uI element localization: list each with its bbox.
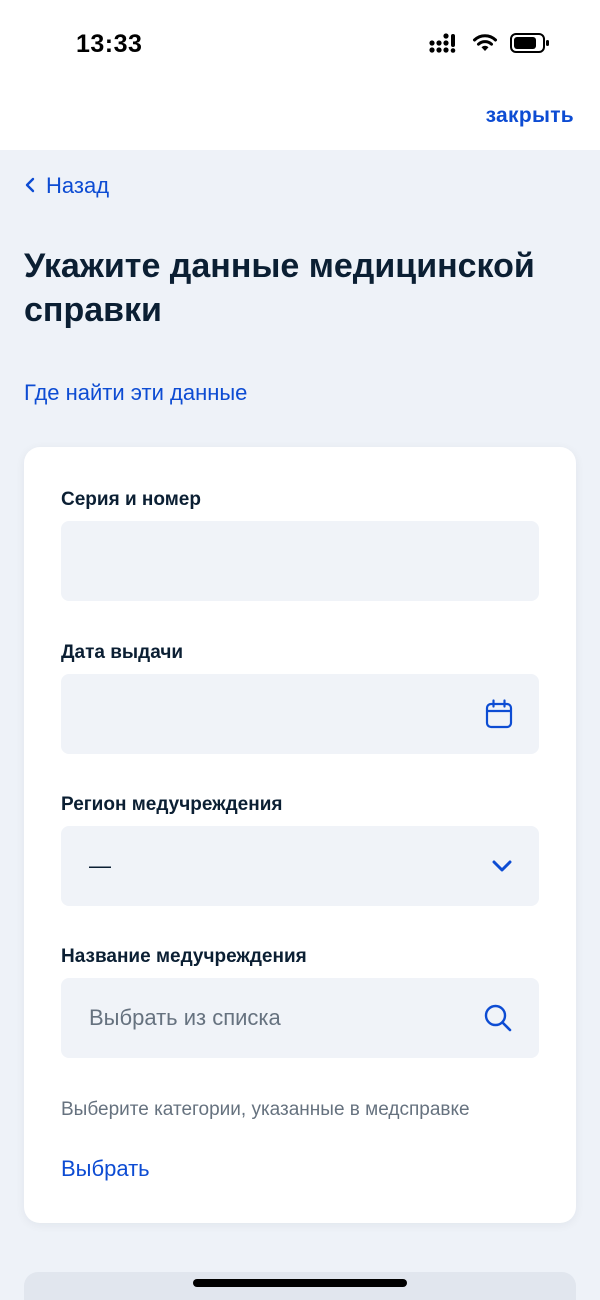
status-time: 13:33 bbox=[76, 30, 143, 58]
close-link[interactable]: закрыть bbox=[486, 104, 574, 128]
calendar-icon[interactable] bbox=[485, 699, 513, 729]
region-label: Регион медучреждения bbox=[61, 794, 283, 815]
home-indicator[interactable] bbox=[193, 1279, 407, 1287]
region-select[interactable]: — bbox=[61, 826, 539, 906]
back-link[interactable]: Назад bbox=[24, 173, 109, 199]
status-icons bbox=[428, 32, 550, 59]
issue-date-label: Дата выдачи bbox=[61, 642, 184, 663]
institution-label: Название медучреждения bbox=[61, 946, 307, 967]
help-link[interactable]: Где найти эти данные bbox=[24, 380, 247, 406]
form-card: Серия и номер Дата выдачи Регион медучре… bbox=[24, 447, 576, 1223]
page-title: Укажите данные медицинской справки bbox=[24, 247, 535, 329]
series-number-label: Серия и номер bbox=[61, 489, 201, 510]
series-number-input[interactable] bbox=[61, 521, 539, 601]
chevron-down-icon bbox=[491, 859, 513, 873]
search-icon[interactable] bbox=[483, 1003, 513, 1033]
battery-icon bbox=[510, 32, 550, 59]
back-label: Назад bbox=[46, 173, 110, 198]
chevron-left-icon bbox=[24, 173, 36, 199]
top-bar: закрыть bbox=[0, 92, 600, 150]
institution-search-input[interactable]: Выбрать из списка bbox=[61, 978, 539, 1058]
cellular-signal-icon bbox=[428, 32, 460, 59]
institution-placeholder: Выбрать из списка bbox=[89, 1005, 281, 1030]
status-bar: 13:33 bbox=[0, 0, 600, 92]
wifi-icon bbox=[472, 33, 498, 58]
issue-date-input[interactable] bbox=[61, 674, 539, 754]
categories-hint: Выберите категории, указанные в медсправ… bbox=[61, 1099, 470, 1120]
region-value: — bbox=[89, 853, 111, 878]
choose-categories-link[interactable]: Выбрать bbox=[61, 1156, 150, 1182]
